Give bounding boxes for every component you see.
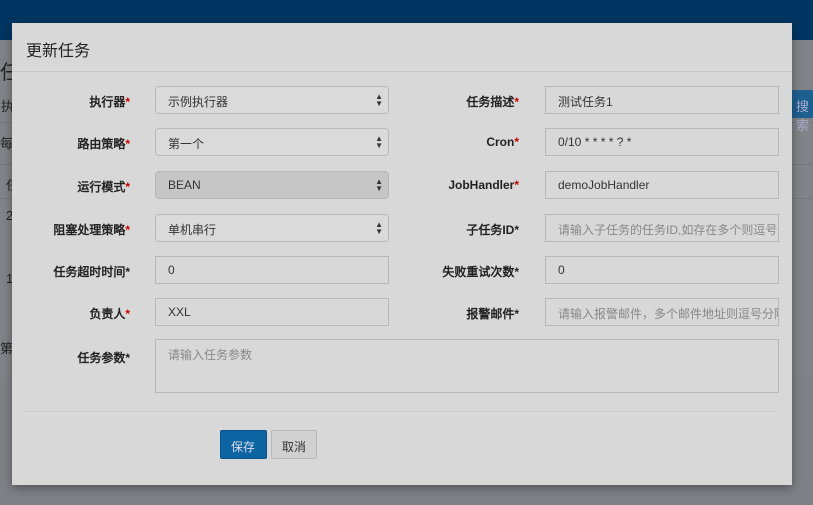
field-label: 运行模式* [77,180,130,194]
field-label: 报警邮件* [466,307,519,321]
field-input[interactable]: 0 [155,256,389,284]
field-input[interactable]: demoJobHandler [545,171,779,199]
field-input[interactable]: 0 [545,256,779,284]
bg-search-button: 搜索 [792,90,813,133]
field-label: 子任务ID* [466,223,519,237]
field-label: 任务描述* [466,95,519,109]
field-select[interactable]: 单机串行 ▲ ▼ [155,214,389,242]
field-input[interactable]: 请输入报警邮件，多个邮件地址则逗号分隔 [545,298,779,326]
field-label: 失败重试次数* [442,265,519,279]
field-input[interactable]: 请输入子任务的任务ID,如存在多个则逗号分隔 [545,214,779,242]
field-label: 路由策略* [77,137,130,151]
update-task-modal: 更新任务 执行器* 示例执行器 ▲ ▼ 路由策略* 第一个 ▲ ▼ 运行模式* BEAN ▲ ▼ 阻塞处… [12,23,792,485]
field-label: 负责人* [89,307,130,321]
field-label: JobHandler* [448,178,519,192]
modal-title: 更新任务 [26,43,91,60]
save-button[interactable]: 保存 [220,430,267,459]
field-select[interactable]: 第一个 ▲ ▼ [155,128,389,156]
field-label: 任务超时时间* [53,265,130,279]
field-input[interactable]: XXL [155,298,389,326]
params-textarea[interactable]: 请输入任务参数 [155,339,779,393]
divider [12,71,792,72]
params-label: 任务参数* [77,351,130,365]
field-label: Cron* [486,135,519,149]
cancel-button[interactable]: 取消 [271,430,317,459]
field-select: BEAN ▲ ▼ [155,171,389,199]
field-label: 执行器* [89,95,130,109]
field-label: 阻塞处理策略* [53,223,130,237]
footer-divider [24,411,780,412]
field-select[interactable]: 示例执行器 ▲ ▼ [155,86,389,114]
field-input[interactable]: 0/10 * * * * ? * [545,128,779,156]
field-input[interactable]: 测试任务1 [545,86,779,114]
